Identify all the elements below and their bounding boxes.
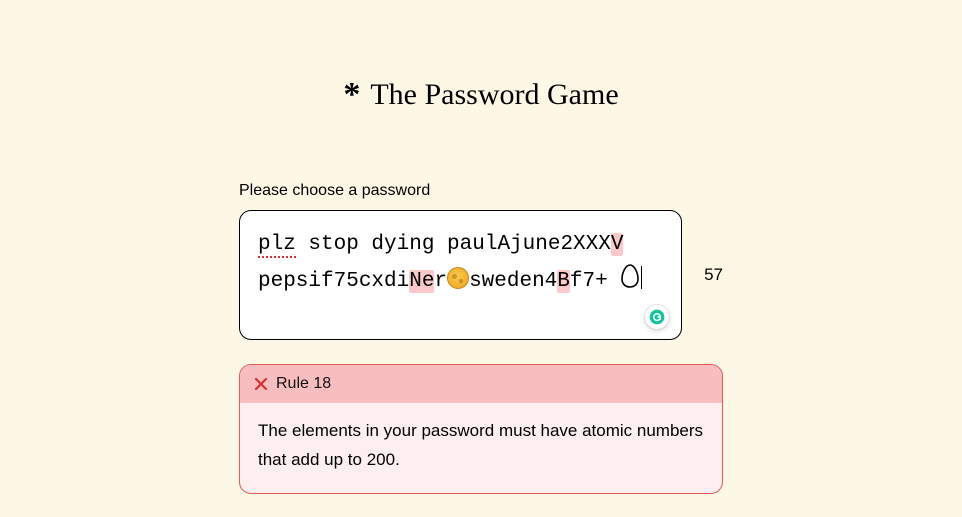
moon-icon xyxy=(447,267,469,289)
title-text: The Password Game xyxy=(370,78,618,112)
password-highlight: V xyxy=(611,233,624,256)
password-prompt: Please choose a password xyxy=(239,182,723,200)
password-text: r xyxy=(434,270,447,293)
password-input[interactable]: plz stop dying paulAjune2XXXV pepsif75cx… xyxy=(239,210,682,340)
character-count: 57 xyxy=(704,265,723,285)
rule-card: Rule 18 The elements in your password mu… xyxy=(239,364,723,494)
grammarly-icon[interactable] xyxy=(645,305,669,329)
rule-number-label: Rule 18 xyxy=(276,375,331,393)
password-highlight: B xyxy=(557,270,570,293)
password-text: sweden4 xyxy=(469,270,557,293)
password-text: stop dying paulAjune2XXX xyxy=(296,233,611,256)
password-highlight: Ne xyxy=(409,270,434,293)
rule-text: The elements in your password must have … xyxy=(240,403,722,493)
egg-icon xyxy=(620,263,640,289)
password-text: f7+ xyxy=(570,270,620,293)
title-asterisk: * xyxy=(343,78,360,112)
password-text: plz xyxy=(258,233,296,258)
close-icon xyxy=(254,377,268,391)
page-title: * The Password Game xyxy=(343,78,618,112)
text-caret xyxy=(641,266,642,289)
rule-header: Rule 18 xyxy=(240,365,722,403)
